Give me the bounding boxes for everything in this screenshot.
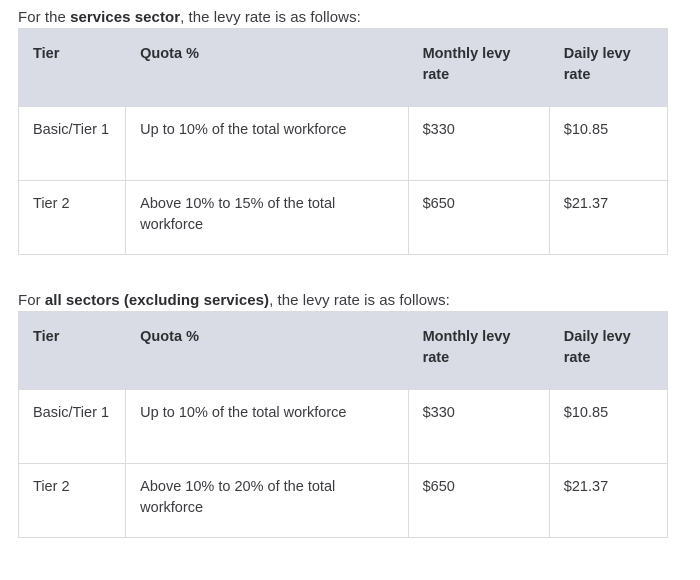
intro-prefix: For the [18, 9, 70, 26]
services-sector-intro-text: For the services sector, the levy rate i… [18, 0, 682, 28]
column-header-tier: Tier [19, 312, 126, 390]
cell-tier: Basic/Tier 1 [19, 107, 126, 181]
cell-quota: Up to 10% of the total workforce [126, 390, 408, 464]
column-header-quota: Quota % [126, 29, 408, 107]
table-row: Basic/Tier 1 Up to 10% of the total work… [19, 390, 668, 464]
intro-prefix: For [18, 292, 45, 309]
cell-tier: Tier 2 [19, 181, 126, 255]
intro-emphasis: all sectors (excluding services) [45, 292, 269, 309]
intro-suffix: , the levy rate is as follows: [269, 292, 450, 309]
table-row: Tier 2 Above 10% to 20% of the total wor… [19, 464, 668, 538]
levy-rate-page: For the services sector, the levy rate i… [0, 0, 700, 580]
table-row: Basic/Tier 1 Up to 10% of the total work… [19, 107, 668, 181]
column-header-daily-levy-rate: Daily levy rate [549, 312, 667, 390]
column-header-monthly-levy-rate: Monthly levy rate [408, 312, 549, 390]
column-header-quota: Quota % [126, 312, 408, 390]
section-spacer [18, 255, 682, 283]
table-row: Tier 2 Above 10% to 15% of the total wor… [19, 181, 668, 255]
cell-tier: Basic/Tier 1 [19, 390, 126, 464]
cell-monthly-levy-rate: $330 [408, 107, 549, 181]
table-header: Tier Quota % Monthly levy rate Daily lev… [19, 29, 668, 107]
column-header-tier: Tier [19, 29, 126, 107]
table-header-row: Tier Quota % Monthly levy rate Daily lev… [19, 29, 668, 107]
all-sectors-levy-table: Tier Quota % Monthly levy rate Daily lev… [18, 311, 668, 538]
intro-suffix: , the levy rate is as follows: [180, 9, 361, 26]
cell-daily-levy-rate: $10.85 [549, 107, 667, 181]
cell-monthly-levy-rate: $330 [408, 390, 549, 464]
cell-quota: Up to 10% of the total workforce [126, 107, 408, 181]
services-sector-levy-table: Tier Quota % Monthly levy rate Daily lev… [18, 28, 668, 255]
cell-daily-levy-rate: $21.37 [549, 464, 667, 538]
cell-tier: Tier 2 [19, 464, 126, 538]
table-body: Basic/Tier 1 Up to 10% of the total work… [19, 390, 668, 538]
table-header-row: Tier Quota % Monthly levy rate Daily lev… [19, 312, 668, 390]
cell-daily-levy-rate: $10.85 [549, 390, 667, 464]
intro-emphasis: services sector [70, 9, 180, 26]
cell-monthly-levy-rate: $650 [408, 464, 549, 538]
table-body: Basic/Tier 1 Up to 10% of the total work… [19, 107, 668, 255]
column-header-monthly-levy-rate: Monthly levy rate [408, 29, 549, 107]
cell-monthly-levy-rate: $650 [408, 181, 549, 255]
column-header-daily-levy-rate: Daily levy rate [549, 29, 667, 107]
cell-quota: Above 10% to 15% of the total workforce [126, 181, 408, 255]
all-sectors-intro-text: For all sectors (excluding services), th… [18, 283, 682, 311]
cell-quota: Above 10% to 20% of the total workforce [126, 464, 408, 538]
cell-daily-levy-rate: $21.37 [549, 181, 667, 255]
table-header: Tier Quota % Monthly levy rate Daily lev… [19, 312, 668, 390]
